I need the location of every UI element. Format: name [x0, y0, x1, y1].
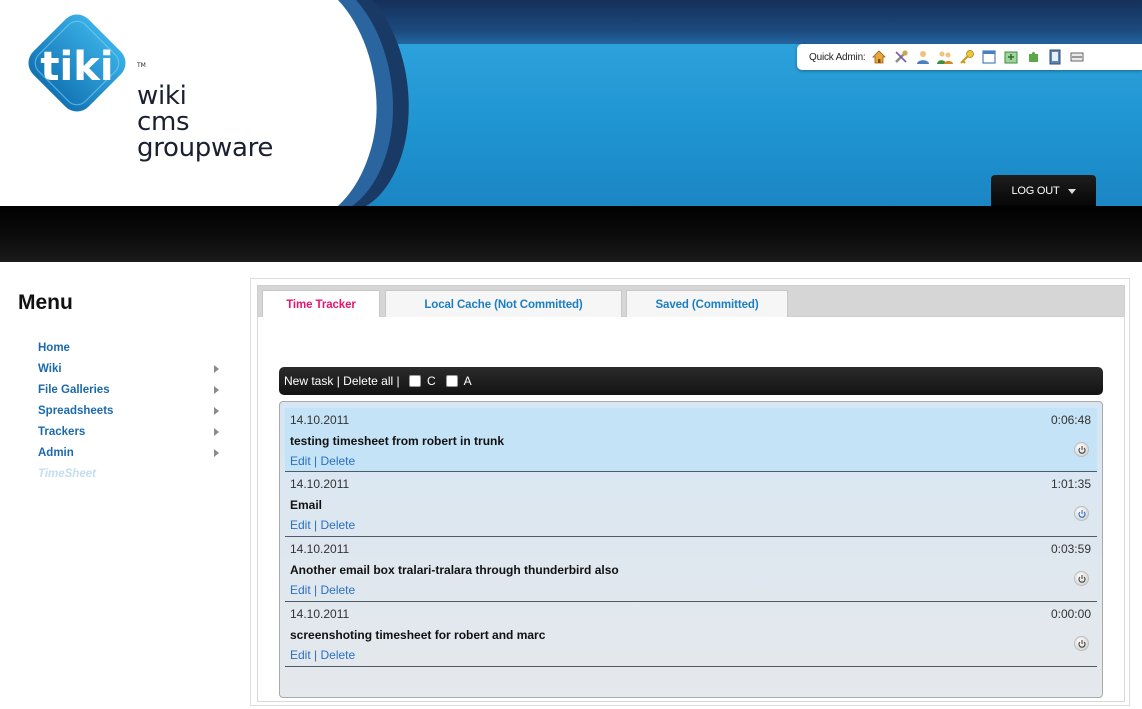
logout-label: LOG OUT [1011, 185, 1060, 197]
toolbar-separator: | [393, 374, 403, 388]
task-date: 14.10.2011 [290, 607, 350, 621]
submenu-arrow-icon[interactable] [214, 449, 219, 457]
tab-time-tracker[interactable]: Time Tracker [262, 290, 380, 319]
sidebar-item-file-galleries[interactable]: File Galleries [38, 383, 228, 404]
home-icon[interactable] [871, 49, 887, 65]
tab-saved[interactable]: Saved (Committed) [626, 290, 788, 318]
task-actions: Edit | Delete [290, 583, 355, 597]
task-actions: Edit | Delete [290, 648, 355, 662]
logo-line-groupware: groupware [137, 133, 274, 163]
quick-admin-label: Quick Admin: [809, 51, 866, 63]
submenu-arrow-icon[interactable] [214, 407, 219, 415]
sidebar-item-spreadsheets[interactable]: Spreadsheets [38, 404, 228, 425]
action-separator: | [310, 583, 321, 597]
task-actions: Edit | Delete [290, 518, 355, 532]
checkbox-c-label: C [426, 374, 436, 388]
delete-link[interactable]: Delete [320, 454, 355, 468]
submenu-arrow-icon[interactable] [214, 428, 219, 436]
delete-link[interactable]: Delete [320, 583, 355, 597]
task-duration: 0:06:48 [1050, 413, 1091, 427]
plugins-icon[interactable] [1025, 49, 1041, 65]
task-title: screenshoting timesheet for robert and m… [290, 628, 546, 642]
edit-link[interactable]: Edit [290, 518, 311, 532]
logo-text: wiki cms groupware [137, 83, 274, 163]
checkbox-c[interactable] [408, 375, 421, 387]
site-header: tiki TM wiki cms groupware Quick Admin: [0, 0, 1142, 262]
checkbox-a[interactable] [445, 375, 458, 387]
task-item[interactable]: 14.10.2011 0:03:59 Another email box tra… [285, 537, 1097, 602]
power-toggle-icon[interactable] [1074, 636, 1089, 651]
task-date: 14.10.2011 [290, 413, 350, 427]
power-toggle-icon[interactable] [1074, 442, 1089, 457]
delete-link[interactable]: Delete [320, 518, 355, 532]
sidebar-item-label[interactable]: Spreadsheets [38, 405, 113, 417]
permissions-key-icon[interactable] [959, 49, 975, 65]
users-icon[interactable] [915, 49, 931, 65]
sidebar-item-trackers[interactable]: Trackers [38, 425, 228, 446]
task-title: Email [290, 498, 323, 512]
task-date: 14.10.2011 [290, 477, 350, 491]
sidebar-item-admin[interactable]: Admin [38, 446, 228, 467]
modules-window-icon[interactable] [981, 49, 997, 65]
delete-link[interactable]: Delete [320, 648, 355, 662]
action-separator: | [310, 518, 321, 532]
delete-all-link[interactable]: Delete all [343, 374, 393, 388]
file-icon[interactable] [1047, 49, 1063, 65]
task-duration: 0:03:59 [1050, 542, 1091, 556]
new-task-link[interactable]: New task [284, 374, 333, 388]
logo-mark: tiki [40, 44, 113, 90]
logo-tm: TM [136, 62, 146, 69]
edit-link[interactable]: Edit [290, 583, 311, 597]
wizard-icon[interactable] [1003, 49, 1019, 65]
logout-button[interactable]: LOG OUT [991, 175, 1096, 206]
panel-icon[interactable] [1069, 49, 1085, 65]
task-duration: 1:01:35 [1050, 477, 1091, 491]
header-banner: tiki TM wiki cms groupware Quick Admin: [0, 0, 1142, 206]
task-actions: Edit | Delete [290, 454, 355, 468]
power-toggle-icon[interactable] [1074, 571, 1089, 586]
task-duration: 0:00:00 [1050, 607, 1091, 621]
sidebar-item-wiki[interactable]: Wiki [38, 362, 228, 383]
sidebar-item-label[interactable]: Home [38, 342, 70, 354]
sidebar-menu: Home Wiki File Galleries Spreadsheets Tr… [38, 341, 228, 488]
task-item[interactable]: 14.10.2011 1:01:35 Email Edit | Delete [285, 472, 1097, 537]
chevron-down-icon [1067, 188, 1076, 194]
task-title: Another email box tralari-tralara throug… [290, 563, 619, 577]
power-toggle-icon[interactable] [1074, 506, 1089, 521]
sidebar-item-label[interactable]: File Galleries [38, 384, 110, 396]
sidebar-item-timesheet[interactable]: TimeSheet [38, 467, 228, 488]
sidebar-item-label[interactable]: Trackers [38, 426, 85, 438]
sidebar-item-home[interactable]: Home [38, 341, 228, 362]
menu-title: Menu [18, 291, 73, 314]
submenu-arrow-icon[interactable] [214, 386, 219, 394]
edit-link[interactable]: Edit [290, 648, 311, 662]
task-item[interactable]: 14.10.2011 0:00:00 screenshoting timeshe… [285, 602, 1097, 667]
sidebar-item-label[interactable]: TimeSheet [38, 468, 96, 480]
quick-admin-bar: Quick Admin: [797, 44, 1142, 70]
action-separator: | [310, 648, 321, 662]
submenu-arrow-icon[interactable] [214, 365, 219, 373]
task-toolbar: New task | Delete all | C A [279, 367, 1103, 395]
action-separator: | [310, 454, 321, 468]
banner-top-strip [330, 0, 1142, 44]
toolbar-separator: | [333, 374, 344, 388]
checkbox-a-label: A [463, 374, 472, 388]
tab-local-cache[interactable]: Local Cache (Not Committed) [385, 290, 622, 318]
task-item[interactable]: 14.10.2011 0:06:48 testing timesheet fro… [285, 408, 1097, 472]
tools-icon[interactable] [893, 49, 909, 65]
task-title: testing timesheet from robert in trunk [290, 434, 505, 448]
top-nav-bar [0, 206, 1142, 262]
sidebar-item-label[interactable]: Admin [38, 447, 74, 459]
edit-link[interactable]: Edit [290, 454, 311, 468]
group-icon[interactable] [936, 49, 953, 65]
sidebar-item-label[interactable]: Wiki [38, 363, 62, 375]
task-date: 14.10.2011 [290, 542, 350, 556]
